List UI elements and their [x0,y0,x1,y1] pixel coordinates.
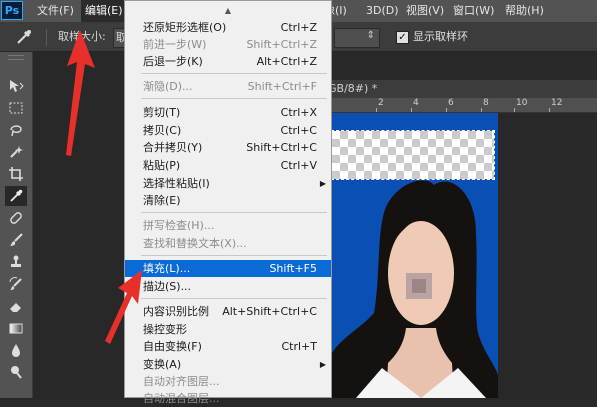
annotation-arrow-icon [66,30,95,156]
menu-view[interactable]: 视图(V) [402,0,448,22]
menu-item-paste-special[interactable]: 选择性粘贴(I) ▶ [125,175,331,192]
document-title: GB/8#) * [328,82,378,95]
tools-panel [0,52,33,398]
menu-item-find-replace-text[interactable]: 查找和替换文本(X)... [125,235,331,252]
dodge-tool-icon[interactable] [5,362,27,382]
menu-edit[interactable]: 编辑(E) [81,0,127,22]
edit-menu-dropdown: ▲ 还原矩形选框(O) Ctrl+Z 前进一步(W) Shift+Ctrl+Z 后退… [124,0,332,405]
brush-tool-icon[interactable] [5,230,27,250]
scroll-up-arrow-icon[interactable]: ▲ [125,4,331,18]
annotation-arrow-icon [105,270,142,344]
menu-item-step-backward[interactable]: 后退一步(K) Alt+Ctrl+Z [125,53,331,70]
menu-item-clear[interactable]: 清除(E) [125,192,331,209]
menu-separator [141,255,327,256]
menu-item-undo-rectangular-marquee[interactable]: 还原矩形选框(O) Ctrl+Z [125,19,331,36]
ruler-tick: 4 [413,98,419,108]
menu-item-cut[interactable]: 剪切(T) Ctrl+X [125,104,331,121]
history-brush-tool-icon[interactable] [5,274,27,294]
menu-separator [141,73,327,74]
menu-item-fade[interactable]: 渐隐(D)... Shift+Ctrl+F [125,78,331,95]
menu-item-fill[interactable]: 填充(L)... Shift+F5 [125,260,331,277]
menu-item-auto-align-layers[interactable]: 自动对齐图层... [125,373,331,390]
menu-separator [141,98,327,99]
menu-item-stroke[interactable]: 描边(S)... [125,278,331,295]
ruler-tick: 8 [483,98,489,108]
ruler-tick: 2 [378,98,384,108]
menu-item-copy-merged[interactable]: 合并拷贝(Y) Shift+Ctrl+C [125,139,331,156]
panel-grip[interactable] [8,55,24,60]
crop-tool-icon[interactable] [5,164,27,184]
select-arrow-icon: ⇕ [366,30,375,41]
menu-separator [141,212,327,213]
gradient-tool-icon[interactable] [5,318,27,338]
ruler-tick: 6 [448,98,454,108]
menu-help[interactable]: 帮助(H) [501,0,548,22]
quick-selection-tool-icon[interactable] [5,142,27,162]
menu-item-transform[interactable]: 变换(A) ▶ [125,356,331,373]
menu-item-free-transform[interactable]: 自由变换(F) Ctrl+T [125,338,331,355]
show-sampling-ring-checkbox[interactable]: ✓ [396,31,409,44]
show-sampling-ring-label: 显示取样环 [413,30,468,43]
canvas-pasteboard [498,113,597,398]
menu-window[interactable]: 窗口(W) [449,0,498,22]
healing-brush-tool-icon[interactable] [5,208,27,228]
menu-3d[interactable]: 3D(D) [362,0,403,22]
photoshop-logo-icon: Ps [1,1,23,20]
eraser-tool-icon[interactable] [5,296,27,316]
ruler-tick: 10 [516,98,528,108]
sample-layer-select[interactable]: ⇕ [334,28,380,48]
blur-tool-icon[interactable] [5,340,27,360]
menu-item-puppet-warp[interactable]: 操控变形 [125,321,331,338]
eyedropper-icon[interactable] [14,27,34,47]
horizontal-ruler: 2 4 6 8 10 12 [326,98,597,113]
menu-item-content-aware-scale[interactable]: 内容识别比例 Alt+Shift+Ctrl+C [125,303,331,320]
eyedropper-tool-icon[interactable] [5,186,27,206]
menu-item-check-spelling[interactable]: 拼写检查(H)... [125,217,331,234]
menu-item-auto-blend-layers[interactable]: 自动混合图层... [125,390,331,407]
menu-item-copy[interactable]: 拷贝(C) Ctrl+C [125,122,331,139]
submenu-arrow-icon: ▶ [319,179,326,188]
menu-item-paste[interactable]: 粘贴(P) Ctrl+V [125,157,331,174]
ruler-tick: 12 [551,98,563,108]
selection-marquee[interactable] [331,130,495,180]
menu-item-step-forward[interactable]: 前进一步(W) Shift+Ctrl+Z [125,36,331,53]
lasso-tool-icon[interactable] [5,120,27,140]
clone-stamp-tool-icon[interactable] [5,252,27,272]
move-tool-icon[interactable] [5,76,27,96]
marquee-tool-icon[interactable] [5,98,27,118]
menu-file[interactable]: 文件(F) [33,0,78,22]
options-separator [46,29,47,46]
submenu-arrow-icon: ▶ [319,360,326,369]
menu-separator [141,298,327,299]
document-tab[interactable]: GB/8#) * [326,80,597,98]
